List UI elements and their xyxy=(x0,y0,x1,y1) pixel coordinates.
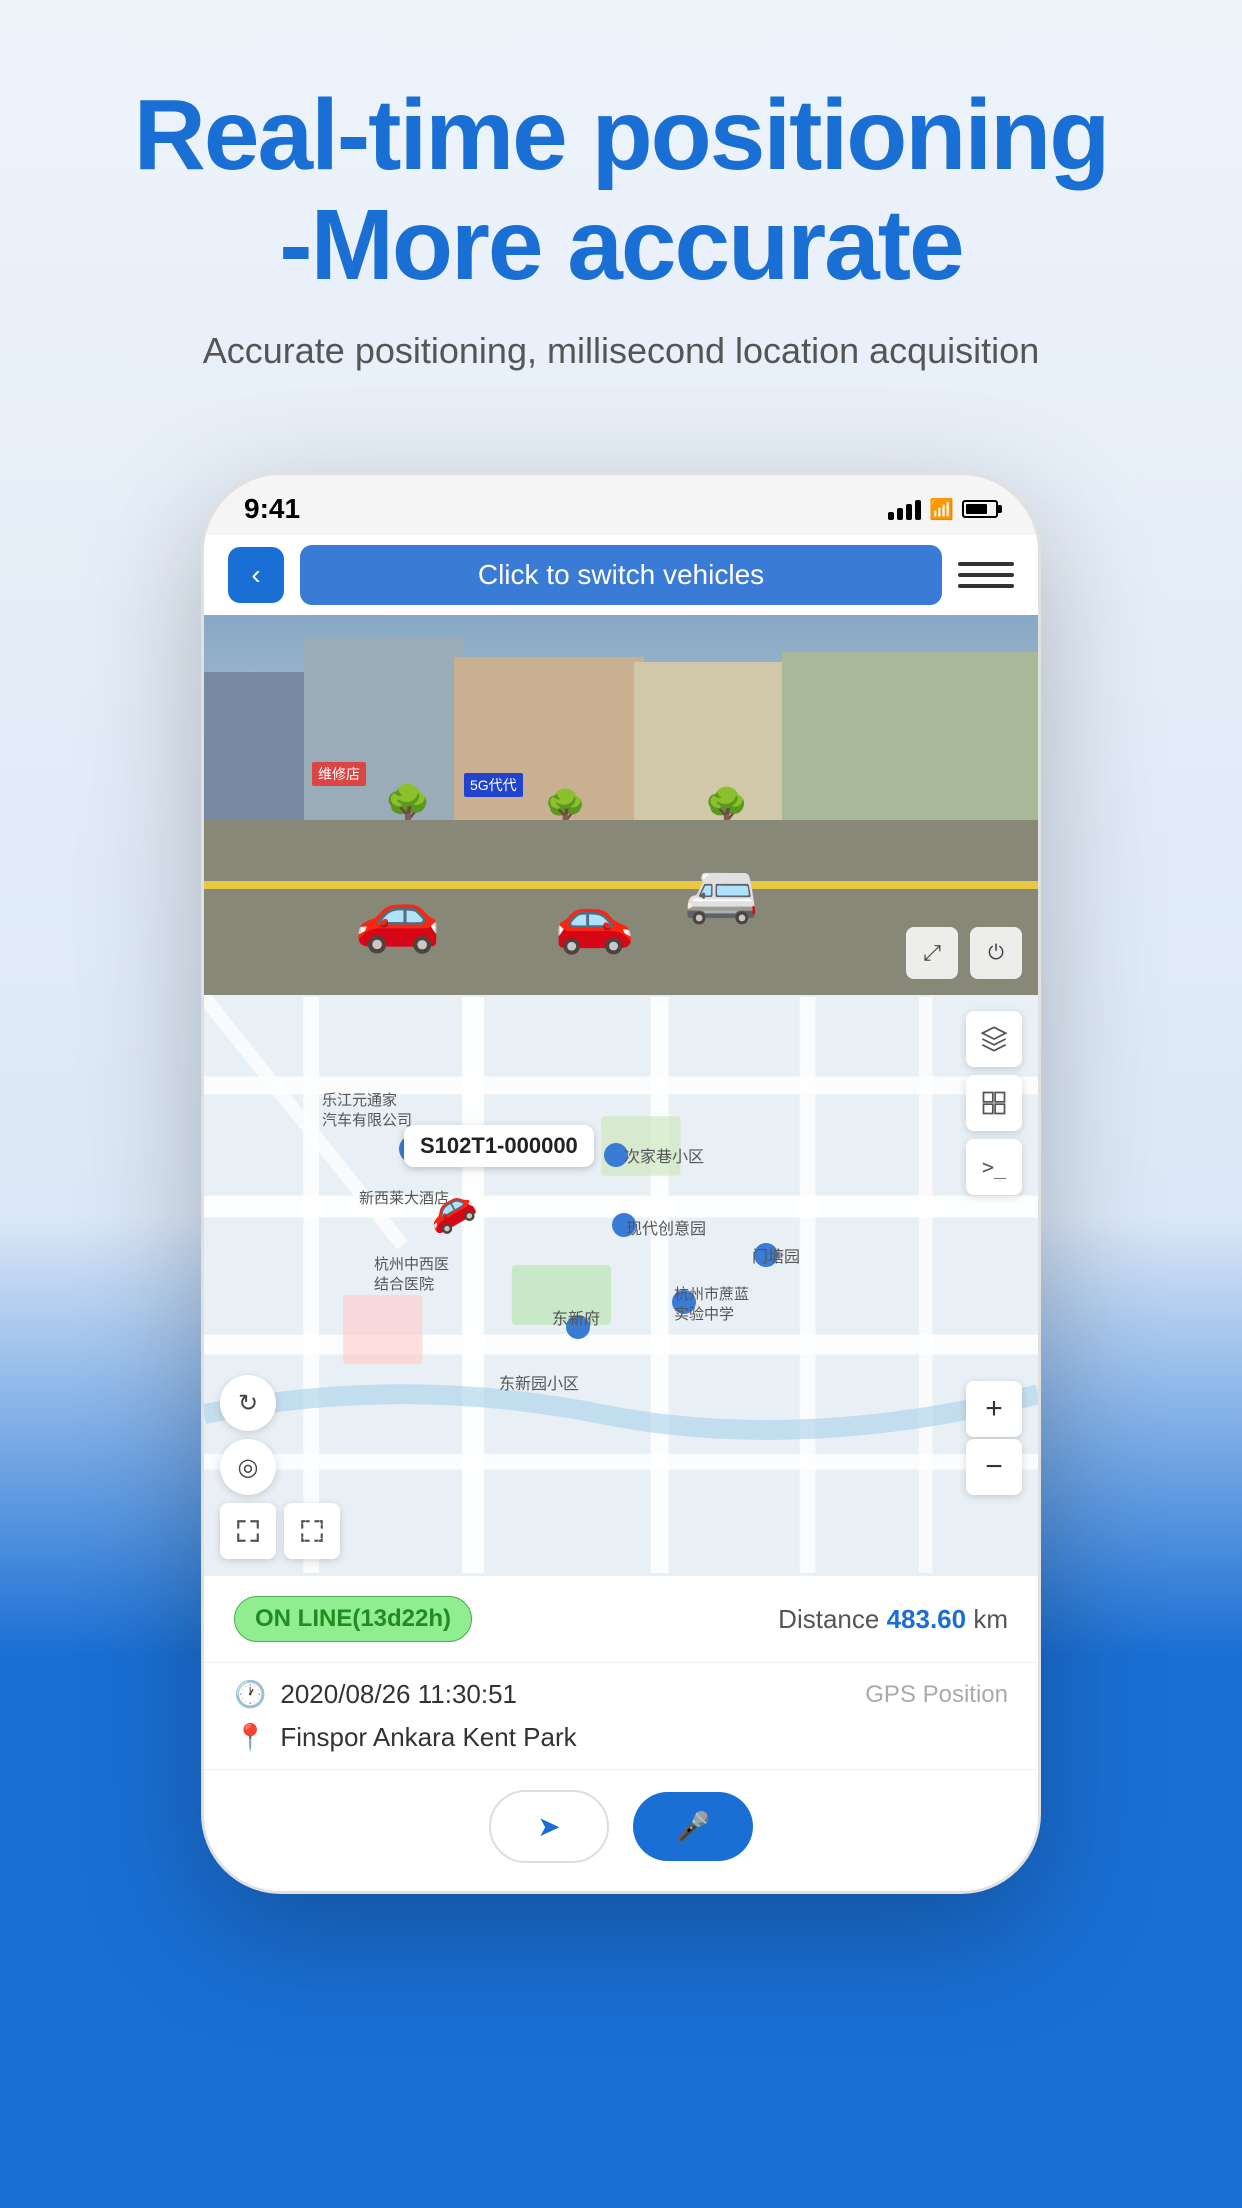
menu-line-3 xyxy=(958,584,1014,588)
target-button[interactable]: ◎ xyxy=(220,1439,276,1495)
street-view-controls: ⤢ ⏻ xyxy=(906,927,1022,979)
map-svg xyxy=(204,995,1038,1575)
map-label-place-2: 现代创意园 xyxy=(626,1215,706,1239)
power-button[interactable]: ⏻ xyxy=(970,927,1022,979)
shop-sign-2: 5G代代 xyxy=(464,773,523,797)
zoom-in-button[interactable]: + xyxy=(966,1381,1022,1437)
map-area: + 次家巷小区 现代创意园 东新府 东新园小区 杭州中西医结合医院 杭州市蔗蓝实… xyxy=(204,995,1038,1575)
fence-button[interactable] xyxy=(966,1075,1022,1131)
status-bar: 9:41 📶 xyxy=(204,475,1038,535)
car-2: 🚗 xyxy=(554,881,635,957)
vehicle-label: S102T1-000000 xyxy=(404,1125,594,1167)
building-1 xyxy=(204,672,314,832)
layers-button[interactable] xyxy=(966,1011,1022,1067)
map-label-place-3: 东新府 xyxy=(552,1305,600,1329)
datetime-row: 🕐 2020/08/26 11:30:51 GPS Position xyxy=(234,1679,1008,1710)
street-view: 维修店 5G代代 🌳 🌳 🌳 🚗 🚗 🚐 ⤢ ⏻ xyxy=(204,615,1038,995)
gps-label: GPS Position xyxy=(865,1681,1008,1709)
nav-bar: ‹ Click to switch vehicles xyxy=(204,535,1038,615)
signal-icon xyxy=(888,498,921,520)
phone-container: 9:41 📶 ‹ Click to switch vehicles xyxy=(201,472,1041,1894)
phone-frame: 9:41 📶 ‹ Click to switch vehicles xyxy=(201,472,1041,1894)
main-title-line2: -More accurate xyxy=(60,190,1182,300)
frame-button-1[interactable] xyxy=(220,1503,276,1559)
location-value: Finspor Ankara Kent Park xyxy=(280,1722,576,1753)
clock-icon: 🕐 xyxy=(234,1679,266,1710)
car-1: 🚗 xyxy=(354,875,441,957)
bottom-action-bar: ➤ 🎤 xyxy=(204,1769,1038,1891)
menu-button[interactable] xyxy=(958,547,1014,603)
menu-line-2 xyxy=(958,573,1014,577)
main-title-line1: Real-time positioning xyxy=(60,80,1182,190)
map-label-place-4: 东新园小区 xyxy=(499,1370,579,1394)
switch-vehicles-tooltip[interactable]: Click to switch vehicles xyxy=(300,545,942,605)
battery-icon xyxy=(962,500,998,518)
shop-sign-1: 维修店 xyxy=(312,762,366,786)
navigate-button[interactable]: ➤ xyxy=(489,1790,609,1863)
map-zoom-controls: + − xyxy=(966,1381,1022,1495)
map-label-place-7: 门塘园 xyxy=(752,1243,800,1267)
status-icons: 📶 xyxy=(888,497,998,522)
back-button[interactable]: ‹ xyxy=(228,547,284,603)
mic-button[interactable]: 🎤 xyxy=(633,1792,753,1861)
navigate-icon: ➤ xyxy=(537,1810,560,1843)
map-label-place-9: 乐江元通家汽车有限公司 xyxy=(322,1091,412,1130)
location-row: 📍 Finspor Ankara Kent Park xyxy=(234,1722,1008,1753)
map-label-place-6: 杭州市蔗蓝实验中学 xyxy=(674,1285,749,1324)
frame-button-2[interactable] xyxy=(284,1503,340,1559)
detail-bar: 🕐 2020/08/26 11:30:51 GPS Position 📍 Fin… xyxy=(204,1662,1038,1769)
car-3: 🚐 xyxy=(684,856,759,927)
status-time: 9:41 xyxy=(244,493,300,525)
header-section: Real-time positioning -More accurate Acc… xyxy=(0,0,1242,412)
location-icon: 📍 xyxy=(234,1722,266,1753)
map-frame-buttons xyxy=(220,1503,340,1559)
menu-line-1 xyxy=(958,562,1014,566)
mic-icon: 🎤 xyxy=(676,1810,711,1843)
map-label-place-1: 次家巷小区 xyxy=(624,1143,704,1167)
subtitle-text: Accurate positioning, millisecond locati… xyxy=(60,330,1182,372)
distance-info: Distance 483.60 km xyxy=(778,1604,1008,1635)
distance-label: Distance xyxy=(778,1604,879,1634)
map-right-controls: >_ xyxy=(966,1011,1022,1195)
zoom-out-button[interactable]: − xyxy=(966,1439,1022,1495)
wifi-icon: 📶 xyxy=(929,497,954,522)
datetime-value: 2020/08/26 11:30:51 xyxy=(280,1679,517,1710)
building-5 xyxy=(782,652,1038,832)
street-view-bg: 维修店 5G代代 🌳 🌳 🌳 🚗 🚗 🚐 ⤢ ⏻ xyxy=(204,615,1038,995)
info-bar: ON LINE(13d22h) Distance 483.60 km xyxy=(204,1575,1038,1662)
map-left-controls: ↻ ◎ xyxy=(220,1375,276,1495)
refresh-button[interactable]: ↻ xyxy=(220,1375,276,1431)
online-badge: ON LINE(13d22h) xyxy=(234,1596,472,1642)
terminal-button[interactable]: >_ xyxy=(966,1139,1022,1195)
map-label-place-5: 杭州中西医结合医院 xyxy=(374,1255,449,1294)
expand-button[interactable]: ⤢ xyxy=(906,927,958,979)
